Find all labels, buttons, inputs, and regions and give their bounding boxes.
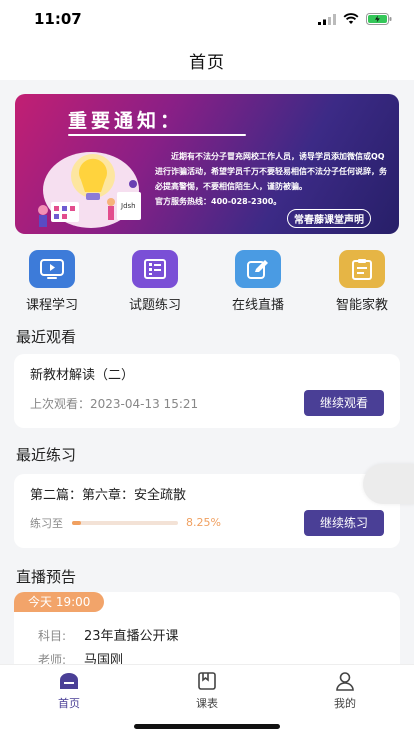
film-strip-icon xyxy=(132,250,178,288)
quick-menu: 课程学习 试题练习 在线直播 智能家教 xyxy=(0,250,414,313)
teacher-value: 马国刚 xyxy=(84,653,124,664)
quick-label: 在线直播 xyxy=(231,298,284,313)
banner-hotline: 官方服务热线：400-028-2300。 xyxy=(155,197,282,206)
lightbulb-illustration: Jdsh xyxy=(38,152,141,228)
schedule-icon xyxy=(196,671,218,691)
nav-bar: 首页 xyxy=(0,40,414,80)
quick-item-course-study[interactable]: 课程学习 xyxy=(12,250,92,313)
signal-icon xyxy=(318,13,336,25)
illustration-text: Jdsh xyxy=(120,202,136,210)
banner-divider xyxy=(68,134,246,136)
quick-item-live[interactable]: 在线直播 xyxy=(218,250,298,313)
progress-percent: 8.25% xyxy=(186,516,221,529)
quick-label: 智能家教 xyxy=(335,298,388,313)
section-title-recent-watch: 最近观看 xyxy=(16,328,77,346)
continue-watch-button[interactable]: 继续观看 xyxy=(304,390,384,416)
quick-label: 课程学习 xyxy=(25,298,78,313)
status-time: 11:07 xyxy=(34,10,82,28)
progress-fill xyxy=(72,521,81,525)
banner-title: 重要通知： xyxy=(68,110,184,132)
progress-bar xyxy=(72,521,178,525)
recent-watch-card[interactable]: 新教材解读（二） 上次观看：2023-04-13 15:21 继续观看 xyxy=(14,354,400,428)
subject-label: 科目: xyxy=(38,629,67,643)
banner-body: 近期有不法分子冒充网校工作人员，诱导学员添加微信或QQ进行诈骗活动，希望学员千万… xyxy=(155,152,387,191)
live-preview-card[interactable]: 今天 19:00 科目: 23年直播公开课 老师: 马国刚 xyxy=(14,592,400,664)
edit-pencil-icon xyxy=(235,250,281,288)
tab-bar: 首页 课表 我的 xyxy=(0,664,414,736)
last-watch-time: 上次观看：2023-04-13 15:21 xyxy=(30,397,199,411)
floating-assistant-ball[interactable] xyxy=(363,464,414,504)
tab-label: 我的 xyxy=(334,697,356,710)
tab-mine[interactable]: 我的 xyxy=(305,671,385,711)
page-title: 首页 xyxy=(189,53,225,73)
banner-signature: 常春藤课堂声明 xyxy=(287,209,371,228)
tab-label: 课表 xyxy=(196,697,218,710)
status-icons xyxy=(318,13,392,25)
status-bar: 11:07 xyxy=(0,0,414,40)
subject-value: 23年直播公开课 xyxy=(84,629,179,644)
section-title-recent-practice: 最近练习 xyxy=(16,446,77,464)
battery-icon xyxy=(366,13,392,25)
banner-notice-text: 近期有不法分子冒充网校工作人员，诱导学员添加微信或QQ进行诈骗活动，希望学员千万… xyxy=(155,149,391,209)
wifi-icon xyxy=(343,13,359,24)
continue-practice-button[interactable]: 继续练习 xyxy=(304,510,384,536)
live-time-tag: 今天 19:00 xyxy=(14,592,105,612)
quick-item-tutor[interactable]: 智能家教 xyxy=(322,250,402,313)
teacher-label: 老师: xyxy=(38,653,67,664)
section-title-live-preview: 直播预告 xyxy=(16,568,77,586)
quick-label: 试题练习 xyxy=(128,298,181,313)
home-content[interactable]: 重要通知： Jdsh 近期有不法分子冒充网校工作人员，诱导学员添加微信或QQ进行… xyxy=(0,80,414,664)
tab-home[interactable]: 首页 xyxy=(29,671,109,711)
quick-item-exercise[interactable]: 试题练习 xyxy=(115,250,195,313)
progress-label: 练习至 xyxy=(30,517,63,530)
video-play-icon xyxy=(29,250,75,288)
user-icon xyxy=(334,671,356,691)
recent-practice-card[interactable]: 第二篇：第六章：安全疏散 练习至 8.25% 继续练习 xyxy=(14,474,400,548)
tab-label: 首页 xyxy=(58,697,80,710)
clipboard-icon xyxy=(339,250,385,288)
practice-title: 第二篇：第六章：安全疏散 xyxy=(30,488,187,503)
tab-schedule[interactable]: 课表 xyxy=(167,671,247,711)
home-icon xyxy=(58,671,80,691)
notice-banner[interactable]: 重要通知： Jdsh 近期有不法分子冒充网校工作人员，诱导学员添加微信或QQ进行… xyxy=(15,94,399,234)
recent-course-title: 新教材解读（二） xyxy=(30,368,135,383)
home-indicator xyxy=(134,724,280,729)
